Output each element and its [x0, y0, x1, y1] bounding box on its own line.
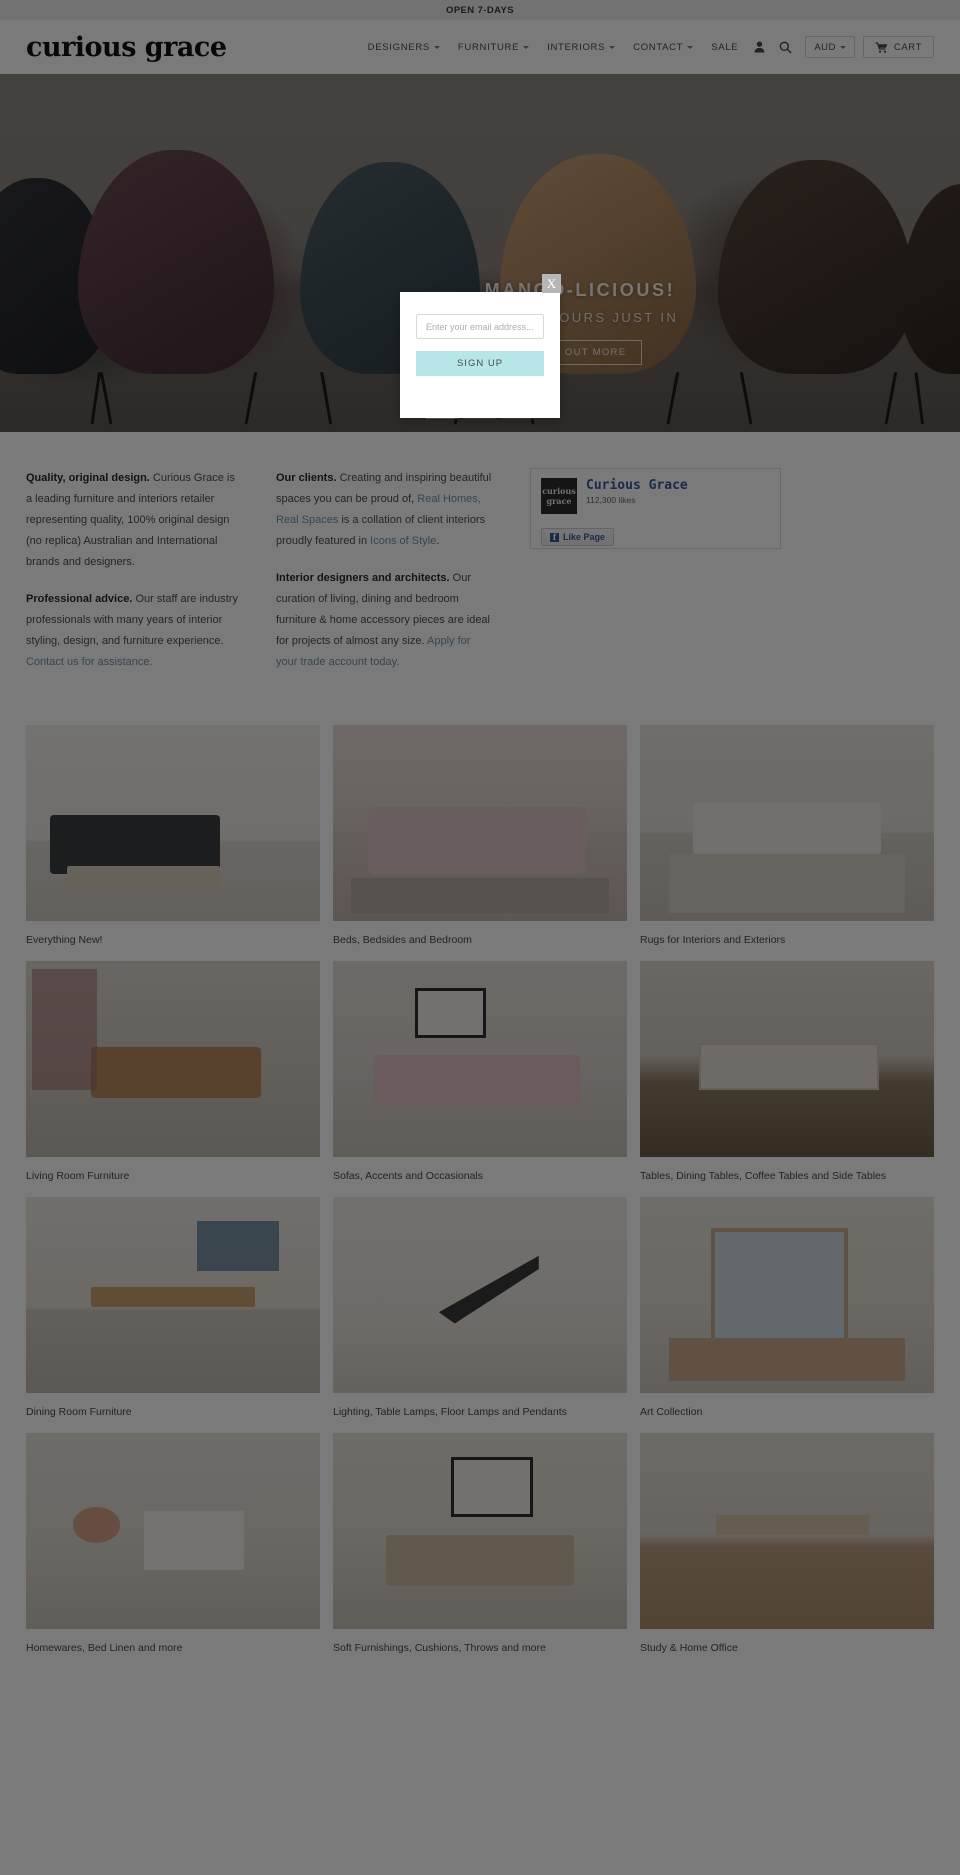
- cart-label: CART: [893, 41, 922, 53]
- intro-body-clients-c: .: [436, 535, 440, 547]
- category-label: Dining Room Furniture: [26, 1406, 132, 1418]
- category-label: Sofas, Accents and Occasionals: [333, 1170, 483, 1182]
- nav-item-sale[interactable]: SALE: [702, 42, 747, 53]
- intro-lead-quality: Quality, original design.: [26, 472, 150, 484]
- announcement-text: OPEN 7-DAYS: [446, 4, 514, 16]
- account-button[interactable]: [747, 41, 772, 53]
- category-card-dining-room[interactable]: Dining Room Furniture: [26, 1197, 320, 1433]
- nav-label: CONTACT: [633, 41, 684, 53]
- nav-label: INTERIORS: [547, 41, 606, 53]
- main-navigation: DESIGNERS FURNITURE INTERIORS CONTACT SA…: [359, 36, 934, 58]
- category-label: Homewares, Bed Linen and more: [26, 1642, 183, 1654]
- nav-item-designers[interactable]: DESIGNERS: [359, 42, 449, 53]
- email-signup-modal: X SIGN UP: [400, 274, 561, 418]
- category-label: Art Collection: [640, 1406, 703, 1418]
- facebook-widget-header: curious grace Curious Grace 112,300 like…: [541, 478, 770, 514]
- close-icon[interactable]: X: [542, 274, 561, 293]
- chevron-down-icon: [523, 45, 530, 49]
- intro-section: Quality, original design. Curious Grace …: [0, 432, 960, 719]
- intro-paragraph-clients: Our clients. Creating and inspiring beau…: [276, 468, 494, 552]
- nav-item-contact[interactable]: CONTACT: [624, 42, 702, 53]
- intro-column-2: Our clients. Creating and inspiring beau…: [276, 468, 526, 689]
- site-header: curious grace DESIGNERS FURNITURE INTERI…: [0, 20, 960, 74]
- email-input[interactable]: [416, 314, 544, 339]
- intro-lead-clients: Our clients.: [276, 472, 337, 484]
- category-label: Tables, Dining Tables, Coffee Tables and…: [640, 1170, 887, 1182]
- cart-button[interactable]: CART: [862, 36, 934, 58]
- category-image: [26, 725, 320, 921]
- nav-item-furniture[interactable]: FURNITURE: [449, 42, 538, 53]
- category-grid: Everything New! Beds, Bedsides and Bedro…: [0, 719, 960, 1691]
- nav-label: FURNITURE: [457, 41, 520, 53]
- intro-paragraph-advice: Professional advice. Our staff are indus…: [26, 589, 244, 673]
- category-image: [26, 1197, 320, 1393]
- intro-paragraph-quality: Quality, original design. Curious Grace …: [26, 468, 244, 573]
- category-image: [640, 1197, 934, 1393]
- chevron-down-icon: [839, 45, 846, 49]
- category-image: [333, 1433, 627, 1629]
- currency-selector[interactable]: AUD: [805, 36, 855, 58]
- category-card-soft-furnishings[interactable]: Soft Furnishings, Cushions, Throws and m…: [333, 1433, 627, 1669]
- intro-column-1: Quality, original design. Curious Grace …: [26, 468, 276, 689]
- category-card-homewares[interactable]: Homewares, Bed Linen and more: [26, 1433, 320, 1669]
- facebook-like-label: Like Page: [563, 532, 606, 542]
- category-card-everything-new[interactable]: Everything New!: [26, 725, 320, 961]
- facebook-page-widget: curious grace Curious Grace 112,300 like…: [530, 468, 781, 549]
- announcement-bar: OPEN 7-DAYS: [0, 0, 960, 20]
- intro-paragraph-designers: Interior designers and architects. Our c…: [276, 568, 494, 673]
- category-image: [333, 961, 627, 1157]
- signup-button[interactable]: SIGN UP: [416, 351, 544, 376]
- facebook-like-button[interactable]: f Like Page: [541, 528, 615, 546]
- contact-us-link[interactable]: Contact us for assistance.: [26, 656, 153, 668]
- category-image: [640, 961, 934, 1157]
- nav-item-interiors[interactable]: INTERIORS: [538, 42, 624, 53]
- avatar-line-1: curious: [542, 486, 576, 496]
- icons-of-style-link[interactable]: Icons of Style: [370, 535, 436, 547]
- category-label: Living Room Furniture: [26, 1170, 130, 1182]
- nav-label: SALE: [711, 41, 739, 53]
- category-card-living-room[interactable]: Living Room Furniture: [26, 961, 320, 1197]
- chevron-down-icon: [687, 45, 694, 49]
- hero-chair-image: [718, 160, 914, 374]
- category-label: Beds, Bedsides and Bedroom: [333, 934, 472, 946]
- facebook-page-name[interactable]: Curious Grace: [586, 478, 688, 493]
- category-image: [26, 961, 320, 1157]
- category-card-art[interactable]: Art Collection: [640, 1197, 934, 1433]
- site-logo[interactable]: curious grace: [26, 34, 227, 61]
- category-card-lighting[interactable]: Lighting, Table Lamps, Floor Lamps and P…: [333, 1197, 627, 1433]
- category-card-tables[interactable]: Tables, Dining Tables, Coffee Tables and…: [640, 961, 934, 1197]
- intro-body-quality: Curious Grace is a leading furniture and…: [26, 472, 235, 568]
- hero-chair-image: [900, 184, 960, 374]
- facebook-page-avatar: curious grace: [541, 478, 577, 514]
- nav-label: DESIGNERS: [367, 41, 430, 53]
- category-label: Study & Home Office: [640, 1642, 738, 1654]
- category-card-rugs[interactable]: Rugs for Interiors and Exteriors: [640, 725, 934, 961]
- category-card-beds-bedroom[interactable]: Beds, Bedsides and Bedroom: [333, 725, 627, 961]
- category-image: [333, 1197, 627, 1393]
- category-card-study-office[interactable]: Study & Home Office: [640, 1433, 934, 1669]
- category-image: [640, 725, 934, 921]
- cart-icon: [875, 41, 888, 53]
- category-image: [26, 1433, 320, 1629]
- category-label: Rugs for Interiors and Exteriors: [640, 934, 786, 946]
- user-icon: [754, 41, 765, 53]
- facebook-icon: f: [550, 532, 559, 542]
- category-image: [333, 725, 627, 921]
- category-label: Soft Furnishings, Cushions, Throws and m…: [333, 1642, 546, 1654]
- intro-lead-designers: Interior designers and architects.: [276, 572, 450, 584]
- currency-value: AUD: [814, 41, 836, 53]
- search-icon: [779, 41, 792, 53]
- facebook-like-count: 112,300 likes: [586, 495, 636, 505]
- category-image: [640, 1433, 934, 1629]
- chevron-down-icon: [609, 45, 616, 49]
- category-card-sofas[interactable]: Sofas, Accents and Occasionals: [333, 961, 627, 1197]
- avatar-line-2: grace: [546, 496, 572, 506]
- chevron-down-icon: [433, 45, 440, 49]
- intro-lead-advice: Professional advice.: [26, 593, 133, 605]
- category-label: Lighting, Table Lamps, Floor Lamps and P…: [333, 1406, 567, 1418]
- facebook-page-info: Curious Grace 112,300 likes: [586, 478, 688, 514]
- hero-chair-image: [78, 150, 274, 374]
- search-button[interactable]: [772, 41, 799, 54]
- category-label: Everything New!: [26, 934, 103, 946]
